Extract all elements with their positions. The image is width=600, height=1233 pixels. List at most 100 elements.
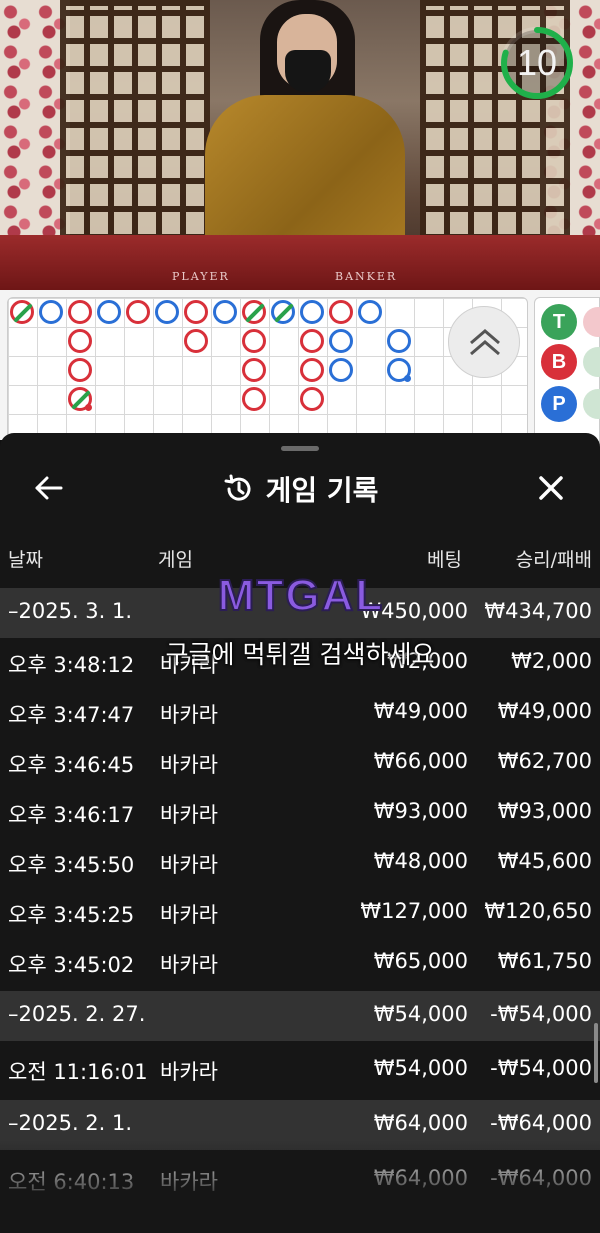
row-result: -₩54,000 xyxy=(490,1002,592,1026)
row-game: 바카라 xyxy=(160,853,218,877)
double-chevron-up-icon xyxy=(470,329,500,356)
banker-bead xyxy=(242,358,266,382)
history-icon xyxy=(224,474,251,501)
player-bead xyxy=(358,300,382,324)
row-game: 바카라 xyxy=(160,1060,218,1084)
row-date: 오후 3:45:25 xyxy=(8,903,135,927)
bet-stats-panel: T B P xyxy=(534,297,600,447)
banker-bead xyxy=(184,300,208,324)
player-bead xyxy=(213,300,237,324)
expand-roadmap-button[interactable] xyxy=(448,306,520,378)
watermark-text: 구글에 먹튀갤 검색하세요 xyxy=(165,640,435,669)
svg-text:MTGAL: MTGAL xyxy=(218,571,384,620)
player-bead xyxy=(39,300,63,324)
watermark-logo: MTGAL xyxy=(196,570,406,621)
banker-bead xyxy=(68,300,92,324)
row-game: 바카라 xyxy=(160,753,218,777)
scrollbar[interactable] xyxy=(594,1023,598,1083)
column-header-game: 게임 xyxy=(158,549,193,571)
banker-bead xyxy=(68,387,92,411)
player-bead xyxy=(329,358,353,382)
row-date: 오후 3:45:50 xyxy=(8,853,135,877)
row-game: 바카라 xyxy=(160,903,218,927)
row-result: ₩434,700 xyxy=(484,599,592,623)
banker-bead xyxy=(242,387,266,411)
row-date: 오후 3:45:02 xyxy=(8,953,135,977)
banker-bead xyxy=(10,300,34,324)
row-result: -₩64,000 xyxy=(490,1111,592,1135)
row-bet: ₩93,000 xyxy=(373,799,468,823)
banker-bead xyxy=(329,300,353,324)
sheet-drag-handle[interactable] xyxy=(281,446,319,451)
row-result: ₩61,750 xyxy=(497,949,592,973)
close-button[interactable] xyxy=(534,471,568,505)
list-fade-overlay xyxy=(0,1140,600,1233)
row-date: 오전 11:16:01 xyxy=(8,1060,148,1084)
row-bet: ₩49,000 xyxy=(373,699,468,723)
column-header-result: 승리/패배 xyxy=(515,549,592,571)
banker-bead xyxy=(242,329,266,353)
column-header-bet: 베팅 xyxy=(427,549,462,571)
side-faint-dot xyxy=(583,307,600,337)
row-bet: ₩64,000 xyxy=(373,1111,468,1135)
row-date: –2025. 2. 1. xyxy=(8,1111,133,1135)
mtgal-logo-icon: MTGAL xyxy=(217,570,384,621)
history-row: 오후 3:47:47 바카라 ₩49,000 ₩49,000 xyxy=(0,688,600,738)
banker-bead xyxy=(68,329,92,353)
row-result: ₩49,000 xyxy=(497,699,592,723)
row-result: ₩120,650 xyxy=(484,899,592,923)
player-bead xyxy=(97,300,121,324)
row-bet: ₩66,000 xyxy=(373,749,468,773)
banker-bead xyxy=(68,358,92,382)
history-row: 오후 3:46:17 바카라 ₩93,000 ₩93,000 xyxy=(0,788,600,838)
row-date: 오후 3:47:47 xyxy=(8,703,135,727)
row-result: ₩62,700 xyxy=(497,749,592,773)
row-date: –2025. 2. 27. xyxy=(8,1002,146,1026)
row-game: 바카라 xyxy=(160,703,218,727)
player-bead xyxy=(329,329,353,353)
row-result: ₩93,000 xyxy=(497,799,592,823)
side-faint-dot xyxy=(583,389,600,419)
history-row: 오후 3:45:25 바카라 ₩127,000 ₩120,650 xyxy=(0,888,600,938)
history-row: 오후 3:45:02 바카라 ₩65,000 ₩61,750 xyxy=(0,938,600,988)
player-bead xyxy=(155,300,179,324)
lattice-screen xyxy=(60,0,210,240)
row-date: –2025. 3. 1. xyxy=(8,599,133,623)
sheet-title: 게임 기록 xyxy=(0,469,600,509)
banker-bead xyxy=(300,387,324,411)
game-history-sheet: 게임 기록 날짜 게임 베팅 승리/패배 –2025. 3. 1. ₩450,00… xyxy=(0,433,600,1233)
player-indicator: P xyxy=(541,386,577,422)
table-label-banker: BANKER xyxy=(335,270,398,283)
live-video-feed: PLAYER BANKER 10 xyxy=(0,0,600,290)
banker-bead xyxy=(300,358,324,382)
dealer xyxy=(205,0,405,255)
sheet-title-text: 게임 기록 xyxy=(265,474,379,507)
row-game: 바카라 xyxy=(160,803,218,827)
row-game: 바카라 xyxy=(160,953,218,977)
banker-bead xyxy=(126,300,150,324)
close-icon xyxy=(539,476,563,500)
column-header-date: 날짜 xyxy=(8,549,43,571)
table-label-player: PLAYER xyxy=(172,270,230,283)
history-row: 오전 11:16:01 바카라 ₩54,000 -₩54,000 xyxy=(0,1045,600,1095)
row-result: -₩54,000 xyxy=(490,1056,592,1080)
timer-value: 10 xyxy=(516,42,558,83)
row-result: ₩45,600 xyxy=(497,849,592,873)
banker-bead xyxy=(184,329,208,353)
history-row: 오후 3:45:50 바카라 ₩48,000 ₩45,600 xyxy=(0,838,600,888)
player-bead xyxy=(387,358,411,382)
player-bead xyxy=(387,329,411,353)
banker-indicator: B xyxy=(541,344,577,380)
row-date: 오후 3:46:17 xyxy=(8,803,135,827)
date-group-row[interactable]: –2025. 2. 27. ₩54,000 -₩54,000 xyxy=(0,991,600,1041)
row-bet: ₩65,000 xyxy=(373,949,468,973)
player-bead xyxy=(300,300,324,324)
banker-bead xyxy=(300,329,324,353)
player-bead xyxy=(271,300,295,324)
row-bet: ₩48,000 xyxy=(373,849,468,873)
countdown-timer: 10 xyxy=(499,25,575,101)
baccarat-table xyxy=(0,235,600,290)
row-date: 오후 3:46:45 xyxy=(8,753,135,777)
tie-indicator: T xyxy=(541,304,577,340)
row-bet: ₩127,000 xyxy=(360,899,468,923)
